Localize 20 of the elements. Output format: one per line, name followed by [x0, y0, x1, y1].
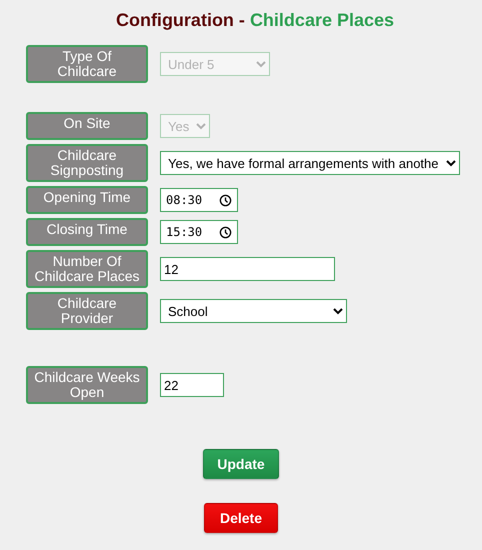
field-label: Childcare Signposting	[26, 144, 148, 182]
dropdown[interactable]: Yes, we have formal arrangements with anothe	[160, 151, 460, 175]
field-label: Childcare Weeks Open	[26, 366, 148, 404]
page-title-highlight: Childcare Places	[250, 10, 394, 30]
time-field[interactable]: 15:30	[160, 220, 238, 244]
time-field[interactable]: 08:30	[160, 188, 238, 212]
field-label: Type Of Childcare	[26, 45, 148, 83]
input-field[interactable]: 12	[160, 257, 335, 281]
field-label: Closing Time	[26, 218, 148, 246]
field-label: Childcare Provider	[26, 292, 148, 330]
clock-icon[interactable]	[219, 194, 232, 206]
field-label: Opening Time	[26, 186, 148, 214]
input-field[interactable]: 22	[160, 373, 224, 397]
update-button[interactable]: Update	[203, 449, 279, 479]
page-title-prefix: Configuration -	[116, 10, 246, 30]
delete-button[interactable]: Delete	[204, 503, 278, 533]
field-label: On Site	[26, 112, 148, 140]
field-label: Number Of Childcare Places	[26, 250, 148, 288]
dropdown[interactable]: School	[160, 299, 347, 323]
clock-icon[interactable]	[219, 226, 232, 238]
